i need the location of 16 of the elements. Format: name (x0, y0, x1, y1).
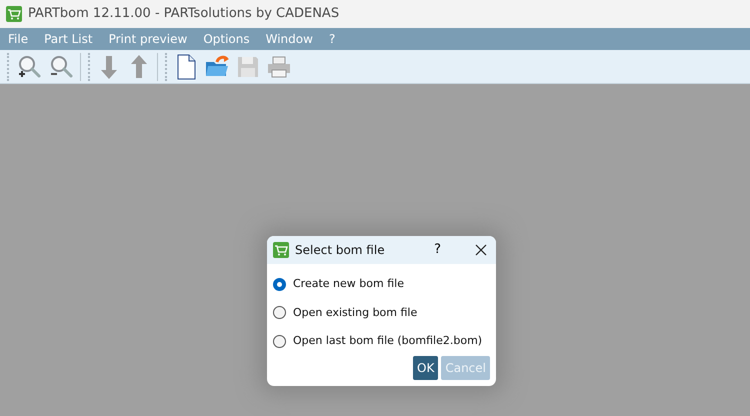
menu-item[interactable]: Print preview (100, 28, 196, 50)
menu-item[interactable]: ? (320, 28, 344, 50)
help-button[interactable]: ? (431, 241, 444, 259)
option-label: Open last bom file (bomfile2.bom) (293, 333, 482, 349)
menu-item[interactable]: Options (195, 28, 258, 50)
dialog-title: Select bom file (295, 242, 386, 259)
option-label: Open existing bom file (293, 304, 418, 320)
radio-option[interactable]: Create new bom file (273, 276, 490, 292)
window-title: PARTbom 12.11.00 - PARTsolutions by CADENAS (28, 5, 340, 24)
option-label: Create new bom file (293, 276, 404, 292)
menu-item[interactable]: Window (258, 28, 321, 50)
menu-item[interactable]: Part List (36, 28, 101, 50)
menu-item[interactable]: File (0, 28, 36, 50)
radio-option[interactable]: Open last bom file (bomfile2.bom) (273, 333, 490, 350)
ok-button[interactable]: OK (413, 356, 438, 380)
radio-option[interactable]: Open existing bom file (273, 304, 490, 321)
